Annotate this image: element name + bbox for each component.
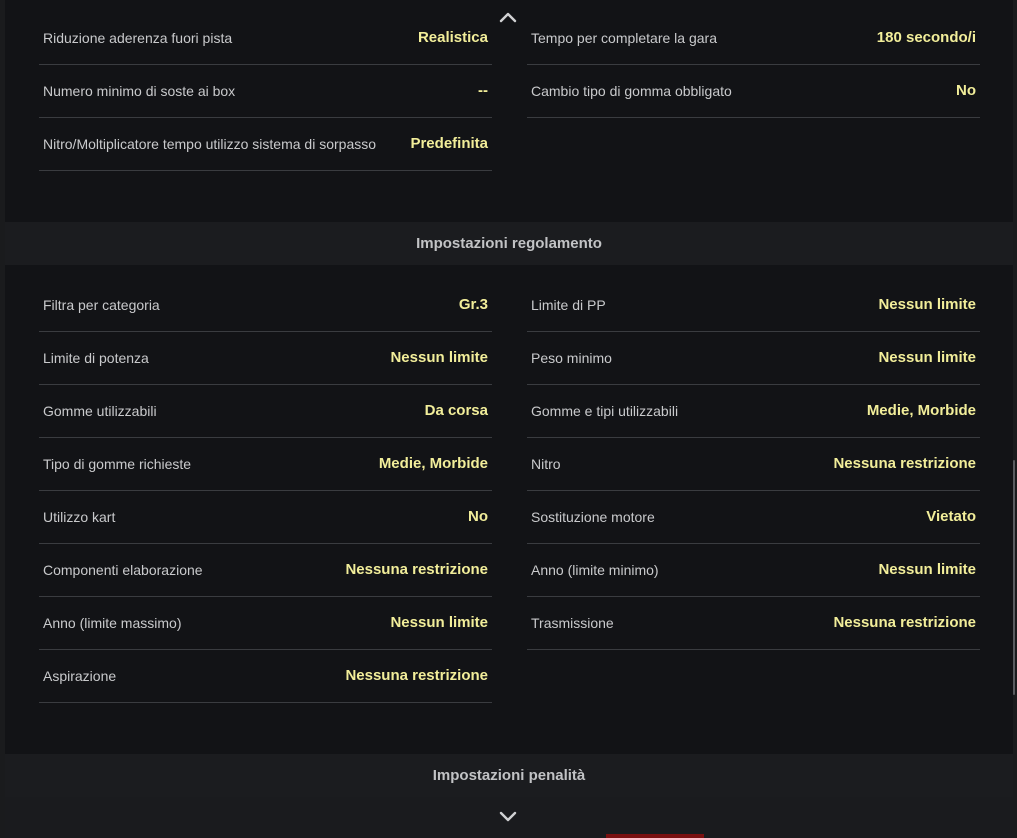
chevron-down-icon	[499, 811, 517, 822]
setting-value: Nessuna restrizione	[345, 667, 488, 684]
setting-label: Anno (limite massimo)	[43, 615, 182, 631]
setting-row[interactable]: Aspirazione Nessuna restrizione	[39, 650, 492, 703]
setting-value: No	[956, 82, 976, 99]
setting-row[interactable]: Numero minimo di soste ai box --	[39, 65, 492, 118]
setting-label: Riduzione aderenza fuori pista	[43, 30, 233, 46]
setting-label: Componenti elaborazione	[43, 562, 203, 578]
setting-value: 180 secondo/i	[876, 29, 976, 46]
setting-value: Gr.3	[458, 296, 488, 313]
scrollbar-thumb[interactable]	[1013, 460, 1015, 695]
setting-row[interactable]: Filtra per categoria Gr.3	[39, 279, 492, 332]
setting-row[interactable]: Sostituzione motore Vietato	[527, 491, 980, 544]
setting-value: Nessun limite	[878, 296, 976, 313]
section-header-penalties: Impostazioni penalità	[5, 754, 1013, 797]
setting-label: Limite di PP	[531, 297, 606, 313]
setting-value: Realistica	[417, 29, 488, 46]
setting-row[interactable]: Cambio tipo di gomma obbligato No	[527, 65, 980, 118]
setting-value: No	[468, 508, 488, 525]
setting-row[interactable]: Riduzione aderenza fuori pista Realistic…	[39, 12, 492, 65]
setting-label: Nitro/Moltiplicatore tempo utilizzo sist…	[43, 136, 377, 152]
setting-row[interactable]: Gomme utilizzabili Da corsa	[39, 385, 492, 438]
setting-value: Nessun limite	[878, 561, 976, 578]
setting-row[interactable]: Nitro/Moltiplicatore tempo utilizzo sist…	[39, 118, 492, 171]
scroll-up-button[interactable]	[496, 9, 520, 25]
setting-value: Medie, Morbide	[378, 455, 488, 472]
settings-window: Riduzione aderenza fuori pista Realistic…	[0, 0, 1017, 838]
setting-label: Tipo di gomme richieste	[43, 456, 192, 472]
window-edge-right	[1013, 0, 1017, 838]
setting-row[interactable]: Gomme e tipi utilizzabili Medie, Morbide	[527, 385, 980, 438]
setting-value: Da corsa	[424, 402, 488, 419]
setting-row[interactable]: Anno (limite massimo) Nessun limite	[39, 597, 492, 650]
setting-label: Filtra per categoria	[43, 297, 160, 313]
setting-row[interactable]: Anno (limite minimo) Nessun limite	[527, 544, 980, 597]
setting-value: Nessun limite	[878, 349, 976, 366]
setting-row[interactable]: Componenti elaborazione Nessuna restrizi…	[39, 544, 492, 597]
section-header-regulations: Impostazioni regolamento	[5, 222, 1013, 265]
setting-label: Anno (limite minimo)	[531, 562, 659, 578]
setting-row[interactable]: Tempo per completare la gara 180 secondo…	[527, 12, 980, 65]
setting-label: Gomme e tipi utilizzabili	[531, 403, 679, 419]
scroll-down-button[interactable]	[496, 809, 520, 825]
setting-value: Nessuna restrizione	[833, 614, 976, 631]
setting-value: Nessun limite	[390, 349, 488, 366]
setting-label: Cambio tipo di gomma obbligato	[531, 83, 732, 99]
setting-value: Nessun limite	[390, 614, 488, 631]
setting-label: Peso minimo	[531, 350, 612, 366]
setting-label: Gomme utilizzabili	[43, 403, 157, 419]
focus-indicator	[606, 834, 704, 838]
setting-value: Nessuna restrizione	[833, 455, 976, 472]
setting-value: Medie, Morbide	[866, 402, 976, 419]
setting-label: Limite di potenza	[43, 350, 149, 366]
setting-row[interactable]: Utilizzo kart No	[39, 491, 492, 544]
setting-value: --	[478, 82, 488, 99]
setting-label: Nitro	[531, 456, 561, 472]
setting-row[interactable]: Tipo di gomme richieste Medie, Morbide	[39, 438, 492, 491]
setting-label: Tempo per completare la gara	[531, 30, 717, 46]
setting-row[interactable]: Peso minimo Nessun limite	[527, 332, 980, 385]
setting-label: Trasmissione	[531, 615, 614, 631]
setting-value: Vietato	[926, 508, 976, 525]
setting-row[interactable]: Limite di potenza Nessun limite	[39, 332, 492, 385]
setting-label: Numero minimo di soste ai box	[43, 83, 236, 99]
setting-value: Nessuna restrizione	[345, 561, 488, 578]
setting-label: Sostituzione motore	[531, 509, 655, 525]
chevron-up-icon	[499, 12, 517, 23]
setting-label: Aspirazione	[43, 668, 117, 684]
setting-row[interactable]: Nitro Nessuna restrizione	[527, 438, 980, 491]
setting-value: Predefinita	[410, 135, 488, 152]
setting-label: Utilizzo kart	[43, 509, 116, 525]
setting-row[interactable]: Limite di PP Nessun limite	[527, 279, 980, 332]
setting-row[interactable]: Trasmissione Nessuna restrizione	[527, 597, 980, 650]
